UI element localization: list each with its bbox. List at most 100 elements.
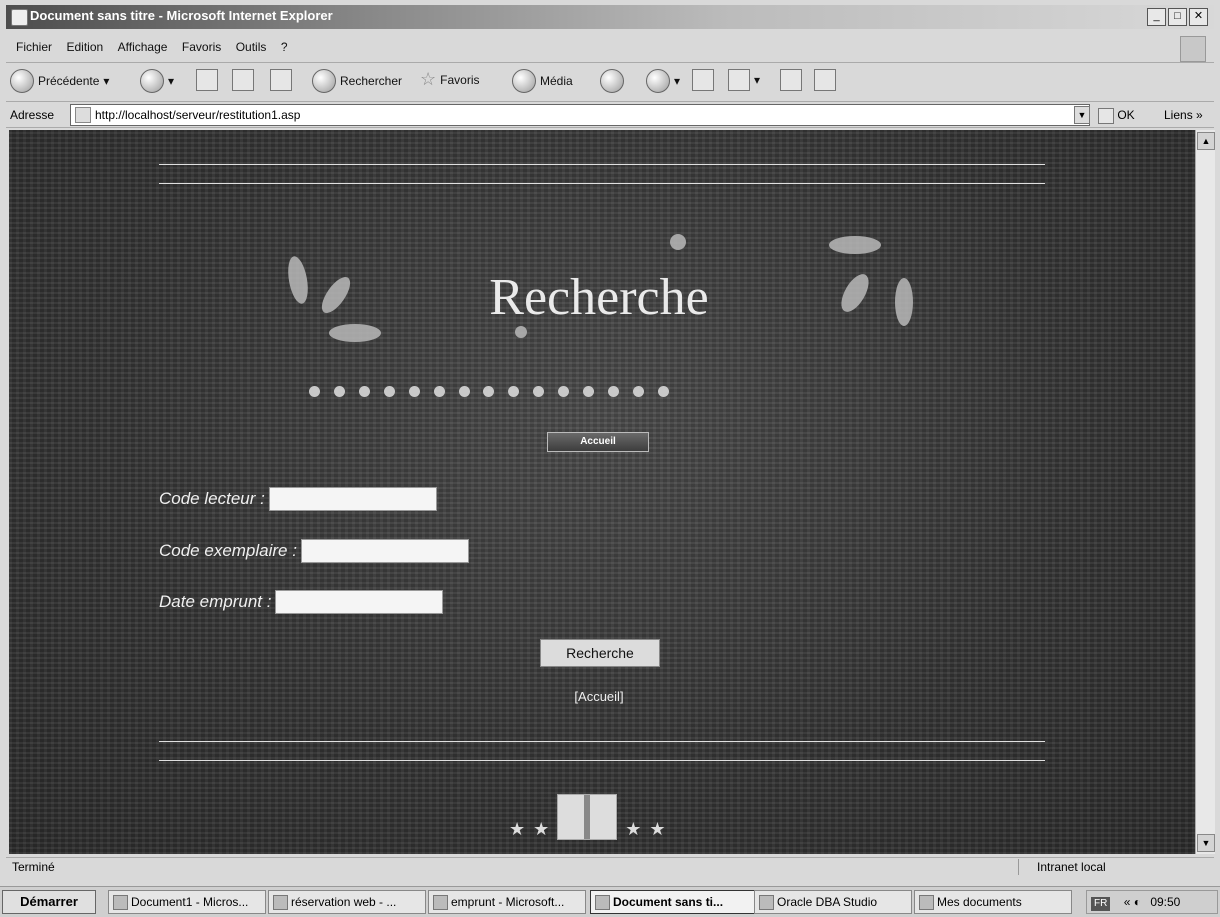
ie-icon (11, 9, 28, 26)
accueil-button[interactable]: Accueil (547, 432, 649, 452)
home-icon (270, 69, 292, 91)
page-title: Recherche (489, 269, 709, 326)
window-controls: _ □ ✕ (1147, 8, 1208, 26)
discuss-icon (780, 69, 802, 91)
petal-decoration (316, 272, 356, 318)
folder-icon (919, 895, 934, 910)
stop-icon (196, 69, 218, 91)
window-titlebar: Document sans titre - Microsoft Internet… (6, 5, 1214, 29)
address-input[interactable]: http://localhost/serveur/restitution1.as… (70, 104, 1090, 126)
dotted-separator (309, 386, 669, 397)
task-emprunt[interactable]: emprunt - Microsoft... (428, 890, 586, 914)
menu-help[interactable]: ? (281, 40, 288, 54)
refresh-icon (232, 69, 254, 91)
task-document-sans-titre[interactable]: Document sans ti... (590, 890, 762, 914)
volume-icon[interactable]: ◐ (1134, 895, 1141, 909)
menu-fichier[interactable]: Fichier (16, 40, 52, 54)
home-button[interactable] (270, 69, 292, 91)
code-exemplaire-row: Code exemplaire : (159, 539, 469, 563)
status-bar: Terminé Intranet local (6, 857, 1214, 876)
security-zone: Intranet local (1018, 859, 1220, 875)
scroll-down-icon[interactable]: ▼ (1197, 834, 1215, 852)
accueil-link[interactable]: [Accueil] (559, 689, 639, 704)
history-button[interactable] (600, 69, 624, 93)
minimize-button[interactable]: _ (1147, 8, 1166, 26)
menu-outils[interactable]: Outils (236, 40, 267, 54)
ie-icon (595, 895, 610, 910)
task-mes-documents[interactable]: Mes documents (914, 890, 1072, 914)
word-icon (433, 895, 448, 910)
media-button[interactable]: Média (512, 69, 573, 93)
start-button[interactable]: Démarrer (2, 890, 96, 914)
clock: 09:50 (1150, 895, 1181, 909)
code-lecteur-input[interactable] (268, 487, 437, 511)
recherche-button[interactable]: Recherche (540, 639, 660, 667)
refresh-button[interactable] (232, 69, 254, 91)
menu-affichage[interactable]: Affichage (118, 40, 168, 54)
address-label: Adresse (10, 108, 55, 122)
menu-bar: Fichier Edition Affichage Favoris Outils… (6, 36, 1214, 62)
language-indicator[interactable]: FR (1091, 897, 1111, 911)
back-icon (10, 69, 34, 93)
windows-flag-icon (1180, 36, 1206, 62)
task-label: Document sans ti... (613, 895, 724, 909)
window-title: Document sans titre - Microsoft Internet… (30, 8, 333, 23)
petal-decoration (895, 278, 913, 326)
forward-button[interactable]: ▾ (140, 69, 174, 93)
toolbar: Précédente ▾ ▾ Rechercher ☆ Favoris Médi… (6, 62, 1214, 102)
go-label: OK (1117, 108, 1135, 123)
task-oracle-dba[interactable]: Oracle DBA Studio (754, 890, 912, 914)
discuss-button[interactable] (780, 69, 802, 91)
address-dropdown-icon[interactable]: ▼ (1074, 106, 1090, 124)
dropdown-arrow-icon[interactable]: ▾ (754, 73, 760, 87)
petal-decoration (835, 269, 875, 317)
close-button[interactable]: ✕ (1189, 8, 1208, 26)
maximize-button[interactable]: □ (1168, 8, 1187, 26)
print-button[interactable] (692, 69, 714, 91)
edit-button[interactable]: ▾ (728, 69, 760, 91)
favorites-star-icon: ☆ (420, 69, 437, 89)
address-url: http://localhost/serveur/restitution1.as… (95, 108, 301, 122)
divider-bottom-1 (159, 741, 1045, 742)
code-exemplaire-input[interactable] (300, 539, 469, 563)
links-label: Liens (1164, 108, 1193, 122)
forward-icon (140, 69, 164, 93)
petal-decoration (670, 234, 686, 250)
go-button[interactable]: OK (1098, 108, 1135, 124)
go-arrow-icon (1098, 108, 1114, 124)
task-document1[interactable]: Document1 - Micros... (108, 890, 266, 914)
show-hidden-icon[interactable]: « (1124, 895, 1131, 909)
book-icon (557, 794, 618, 840)
dropdown-arrow-icon[interactable]: ▾ (103, 74, 109, 88)
favorites-button[interactable]: ☆ Favoris (420, 69, 479, 90)
vertical-scrollbar[interactable]: ▲ ▼ (1195, 130, 1215, 854)
menu-favoris[interactable]: Favoris (182, 40, 221, 54)
petal-decoration (829, 236, 881, 254)
search-button[interactable]: Rechercher (312, 69, 402, 93)
divider-top-1 (159, 164, 1045, 165)
links-button[interactable]: Liens » (1164, 108, 1203, 122)
page-icon (75, 107, 91, 123)
date-emprunt-input[interactable] (275, 590, 444, 614)
scroll-up-icon[interactable]: ▲ (1197, 132, 1215, 150)
dropdown-arrow-icon[interactable]: ▾ (674, 74, 680, 88)
code-lecteur-row: Code lecteur : (159, 487, 437, 511)
media-label: Média (540, 74, 573, 88)
menu-edition[interactable]: Edition (66, 40, 103, 54)
page-content: Recherche Accueil Code lecteur : Code ex… (9, 130, 1195, 854)
status-text: Terminé (12, 860, 55, 874)
back-button[interactable]: Précédente ▾ (10, 69, 109, 93)
petal-decoration (329, 324, 381, 342)
messenger-button[interactable] (814, 69, 836, 91)
task-label: Mes documents (937, 895, 1022, 909)
task-reservation-web[interactable]: réservation web - ... (268, 890, 426, 914)
task-label: emprunt - Microsoft... (451, 895, 565, 909)
code-exemplaire-label: Code exemplaire : (159, 541, 297, 560)
star-icon: ★ (649, 819, 666, 839)
taskbar: Démarrer Document1 - Micros... réservati… (0, 886, 1220, 917)
stop-button[interactable] (196, 69, 218, 91)
mail-button[interactable]: ▾ (646, 69, 680, 93)
footer-decoration: ★ ★ ★ ★ (509, 794, 666, 840)
date-emprunt-label: Date emprunt : (159, 592, 272, 611)
dropdown-arrow-icon[interactable]: ▾ (168, 74, 174, 88)
